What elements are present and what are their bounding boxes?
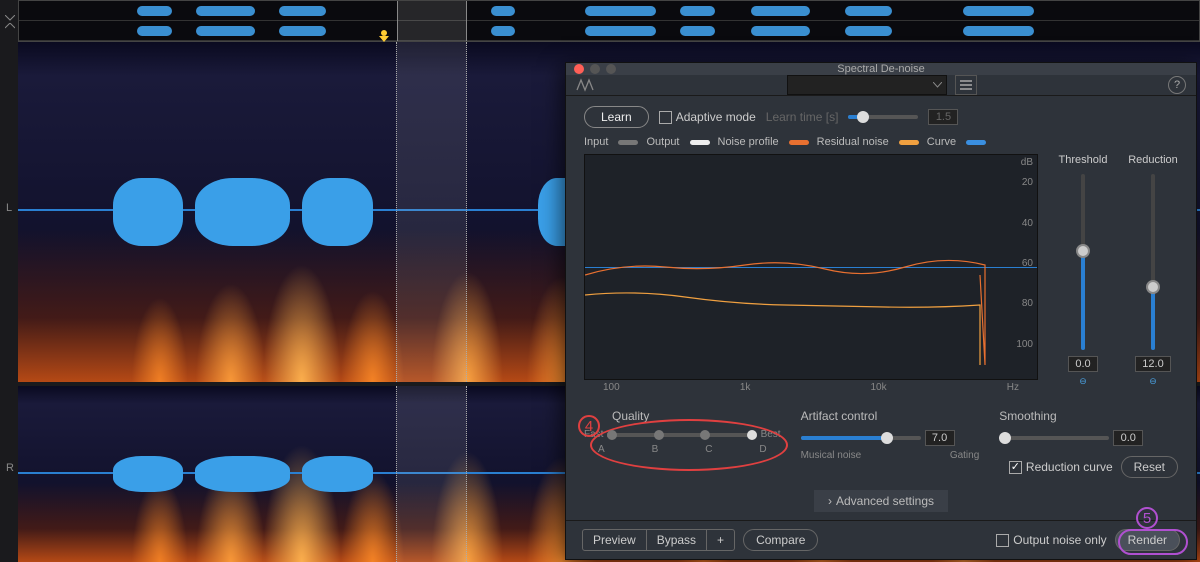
help-button[interactable]: ?: [1168, 76, 1186, 94]
output-noise-only-checkbox[interactable]: Output noise only: [996, 533, 1106, 547]
spectrogram-selection[interactable]: [396, 386, 467, 562]
graph-legend: Input Output Noise profile Residual nois…: [566, 134, 1196, 154]
plugin-footer: Preview Bypass + Compare Output noise on…: [566, 520, 1196, 559]
minimize-icon[interactable]: [590, 64, 600, 74]
chevron-up-icon: [5, 23, 15, 29]
timeline-channel-left: [19, 1, 1199, 21]
timeline-selection[interactable]: [397, 1, 468, 41]
window-title: Spectral De-noise: [837, 63, 924, 75]
link-icon[interactable]: ⊖: [1079, 376, 1087, 387]
hamburger-icon: [960, 80, 972, 90]
smoothing-slider[interactable]: 0.0: [999, 430, 1143, 446]
threshold-slider[interactable]: Threshold 0.0 ⊖: [1058, 154, 1108, 387]
chevron-down-icon: [5, 15, 15, 21]
learn-time-label: Learn time [s]: [766, 110, 839, 124]
channel-label-left: L: [6, 202, 12, 214]
learn-time-value[interactable]: 1.5: [928, 109, 958, 125]
smoothing-label: Smoothing: [999, 409, 1178, 423]
plugin-toolbar: ?: [566, 75, 1196, 96]
annotation-5-ring: [1118, 529, 1188, 555]
learn-button[interactable]: Learn: [584, 106, 649, 128]
timeline-collapse-toggle[interactable]: [1, 1, 19, 43]
artifact-value[interactable]: 7.0: [925, 430, 955, 446]
reduction-value[interactable]: 12.0: [1135, 356, 1170, 372]
reset-button[interactable]: Reset: [1121, 456, 1178, 478]
spectrogram-selection[interactable]: [396, 42, 467, 382]
chevron-right-icon: ›: [828, 494, 832, 508]
adaptive-mode-checkbox[interactable]: Adaptive mode: [659, 110, 756, 124]
timeline-overview[interactable]: [18, 0, 1200, 42]
window-traffic-lights[interactable]: [574, 64, 616, 74]
noise-profile-curve: [585, 155, 1037, 379]
artifact-slider[interactable]: 7.0: [801, 430, 955, 446]
close-icon[interactable]: [574, 64, 584, 74]
annotation-4-ring: [590, 419, 788, 471]
link-icon[interactable]: ⊖: [1149, 376, 1157, 387]
chevron-down-icon: [933, 82, 942, 88]
plugin-logo-icon: [576, 78, 596, 92]
preview-button[interactable]: Preview: [583, 530, 647, 550]
reduction-slider[interactable]: Reduction 12.0 ⊖: [1128, 154, 1178, 387]
spectrum-graph[interactable]: dB 20 40 60 80 100 100 1k 10k Hz: [584, 154, 1038, 380]
artifact-control-label: Artifact control: [801, 409, 980, 423]
channel-label-right: R: [6, 462, 14, 474]
advanced-settings-button[interactable]: ›Advanced settings: [814, 490, 948, 512]
menu-button[interactable]: [955, 75, 977, 95]
add-button[interactable]: +: [707, 530, 734, 550]
compare-button[interactable]: Compare: [743, 529, 818, 551]
timeline-channel-right: [19, 21, 1199, 41]
plugin-window: Spectral De-noise ? Learn Adaptive mode …: [565, 62, 1197, 560]
threshold-value[interactable]: 0.0: [1068, 356, 1098, 372]
smoothing-value[interactable]: 0.0: [1113, 430, 1143, 446]
reduction-curve-checkbox[interactable]: Reduction curve: [1009, 460, 1113, 474]
window-titlebar[interactable]: Spectral De-noise: [566, 63, 1196, 75]
bypass-button[interactable]: Bypass: [647, 530, 707, 550]
learn-time-slider[interactable]: [848, 115, 918, 119]
preset-dropdown[interactable]: [787, 75, 947, 95]
maximize-icon[interactable]: [606, 64, 616, 74]
